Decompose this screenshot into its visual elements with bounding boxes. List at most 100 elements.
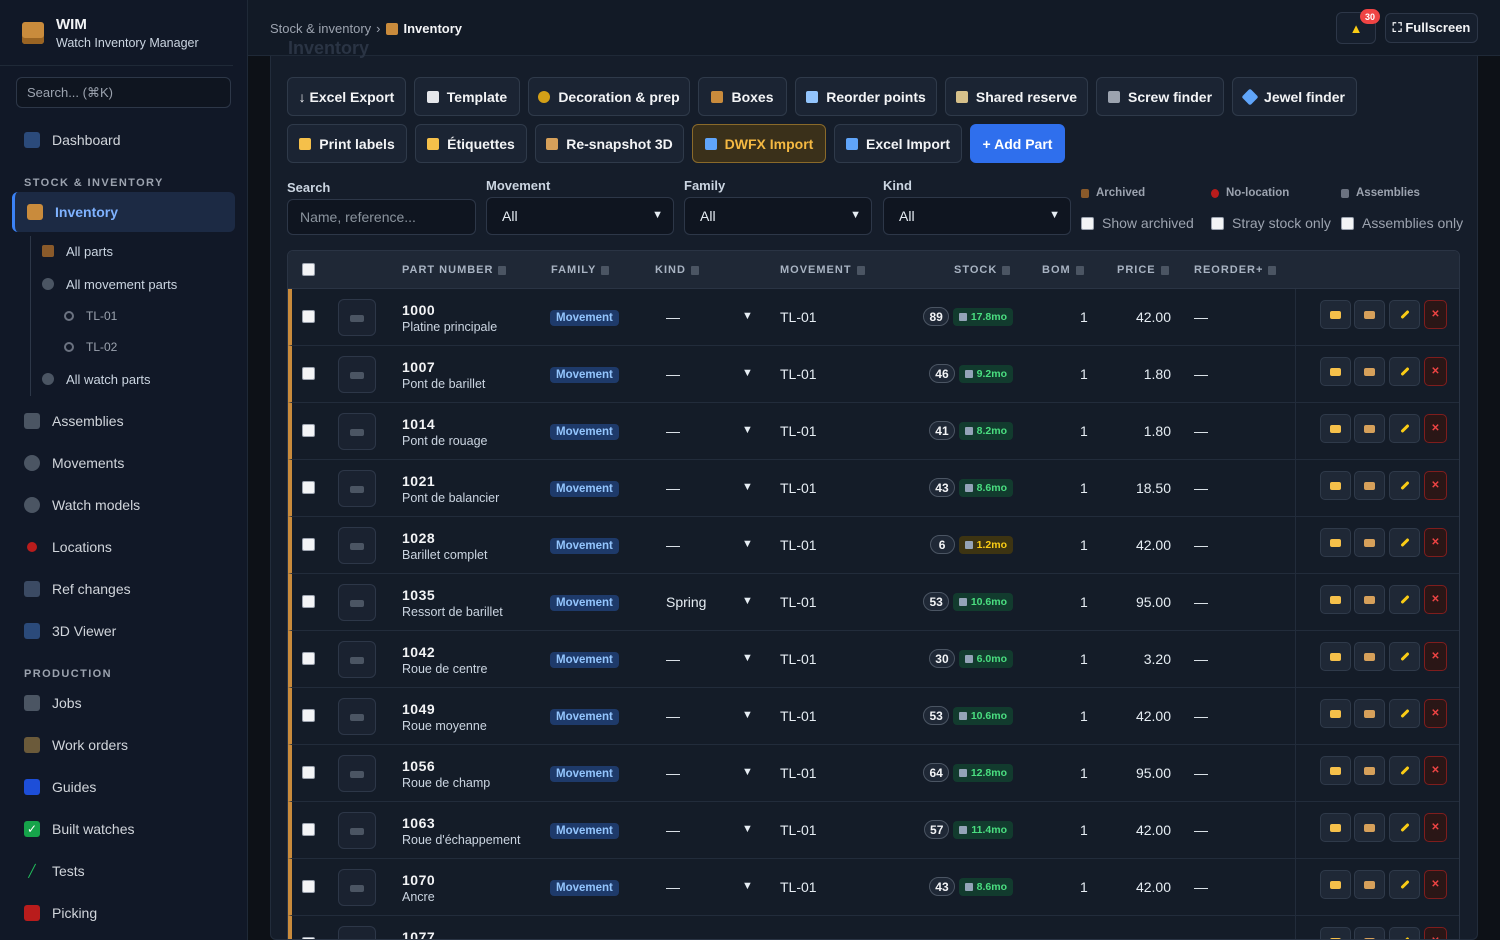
chevron-down-icon[interactable]: ▼ [742,595,753,607]
edit-button[interactable] [1389,300,1420,329]
breadcrumb-parent[interactable]: Stock & inventory [270,21,371,36]
template-button[interactable]: Template [414,77,520,116]
shared-reserve-button[interactable]: Shared reserve [945,77,1088,116]
column-header-family[interactable]: FAMILY [551,264,610,276]
part-number[interactable]: 1035 [402,587,435,603]
sidebar-item-all-parts[interactable]: All parts [42,236,113,266]
part-number[interactable]: 1049 [402,701,435,717]
print-label-button[interactable] [1320,870,1351,899]
column-header-stock[interactable]: STOCK [954,264,1011,276]
part-number[interactable]: 1028 [402,530,435,546]
part-thumbnail[interactable] [338,470,376,507]
print-label-button[interactable] [1320,357,1351,386]
sidebar-item-dashboard[interactable]: Dashboard [12,120,235,160]
kind-value[interactable]: — [666,480,680,496]
chevron-down-icon[interactable]: ▼ [742,424,753,436]
row-checkbox[interactable] [302,595,315,608]
table-row[interactable]: 1070 Ancre Movement — ▼ TL-01 43 8.6mo 1… [288,859,1459,916]
kind-value[interactable]: — [666,765,680,781]
sidebar-item-movements[interactable]: Movements [12,443,235,483]
delete-button[interactable]: ✕ [1424,528,1447,557]
move-stock-button[interactable] [1354,528,1385,557]
edit-button[interactable] [1389,756,1420,785]
row-checkbox[interactable] [302,310,315,323]
part-number[interactable]: 1014 [402,416,435,432]
part-thumbnail[interactable] [338,755,376,792]
reorder-points-button[interactable]: Reorder points [795,77,937,116]
screw-finder-button[interactable]: Screw finder [1096,77,1224,116]
delete-button[interactable]: ✕ [1424,300,1447,329]
sidebar-item-tests[interactable]: ╱ Tests [12,851,235,891]
move-stock-button[interactable] [1354,585,1385,614]
kind-value[interactable]: — [666,537,680,553]
kind-value[interactable]: — [666,822,680,838]
sidebar-item-tl02[interactable]: TL-02 [64,332,117,362]
kind-value[interactable]: — [666,423,680,439]
delete-button[interactable]: ✕ [1424,414,1447,443]
excel-export-button[interactable]: ↓ Excel Export [287,77,406,116]
print-label-button[interactable] [1320,585,1351,614]
row-checkbox[interactable] [302,766,315,779]
print-label-button[interactable] [1320,642,1351,671]
edit-button[interactable] [1389,471,1420,500]
column-header-kind[interactable]: KIND [655,264,699,276]
chevron-down-icon[interactable]: ▼ [742,823,753,835]
checkbox[interactable] [1081,216,1094,230]
move-stock-button[interactable] [1354,927,1385,939]
sidebar-item-assemblies[interactable]: Assemblies [12,401,235,441]
global-search-input[interactable]: Search... (⌘K) [16,77,231,108]
delete-button[interactable]: ✕ [1424,585,1447,614]
print-label-button[interactable] [1320,300,1351,329]
sidebar-item-built-watches[interactable]: ✓ Built watches [12,809,235,849]
part-thumbnail[interactable] [338,584,376,621]
move-stock-button[interactable] [1354,414,1385,443]
move-stock-button[interactable] [1354,699,1385,728]
add-part-button[interactable]: + Add Part [970,124,1065,163]
part-number[interactable]: 1077 [402,929,435,939]
part-thumbnail[interactable] [338,356,376,393]
row-checkbox[interactable] [302,709,315,722]
row-checkbox[interactable] [302,880,315,893]
decoration-prep-button[interactable]: Decoration & prep [528,77,690,116]
part-number[interactable]: 1021 [402,473,435,489]
delete-button[interactable]: ✕ [1424,756,1447,785]
print-label-button[interactable] [1320,927,1351,939]
delete-button[interactable]: ✕ [1424,699,1447,728]
kind-value[interactable]: — [666,879,680,895]
boxes-button[interactable]: Boxes [698,77,787,116]
sidebar-item-inventory[interactable]: Inventory [12,192,235,232]
print-label-button[interactable] [1320,528,1351,557]
part-number[interactable]: 1070 [402,872,435,888]
part-thumbnail[interactable] [338,698,376,735]
checkbox[interactable] [1211,216,1224,230]
select-all-checkbox[interactable] [302,263,315,276]
chevron-down-icon[interactable]: ▼ [742,538,753,550]
table-row[interactable]: 1007 Pont de barillet Movement — ▼ TL-01… [288,346,1459,403]
row-checkbox[interactable] [302,823,315,836]
sidebar-item-picking[interactable]: Picking [12,893,235,933]
move-stock-button[interactable] [1354,642,1385,671]
table-row[interactable]: 1000 Platine principale Movement — ▼ TL-… [288,289,1459,346]
row-checkbox[interactable] [302,424,315,437]
move-stock-button[interactable] [1354,813,1385,842]
sidebar-item-watch-models[interactable]: Watch models [12,485,235,525]
table-row[interactable]: 1042 Roue de centre Movement — ▼ TL-01 3… [288,631,1459,688]
table-row[interactable]: 1035 Ressort de barillet Movement Spring… [288,574,1459,631]
column-header-movement[interactable]: MOVEMENT [780,264,865,276]
table-row[interactable]: 1077 ▼ ✕ [288,916,1459,939]
chevron-down-icon[interactable]: ▼ [742,652,753,664]
sidebar-item-tl01[interactable]: TL-01 [64,301,117,331]
edit-button[interactable] [1389,813,1420,842]
delete-button[interactable]: ✕ [1424,642,1447,671]
kind-value[interactable]: — [666,309,680,325]
sidebar-item-3d-viewer[interactable]: 3D Viewer [12,611,235,651]
assemblies-only-checkbox[interactable]: Assemblies only [1341,215,1463,231]
jewel-finder-button[interactable]: Jewel finder [1232,77,1357,116]
fullscreen-button[interactable]: ⛶ Fullscreen [1385,13,1478,43]
edit-button[interactable] [1389,699,1420,728]
row-checkbox[interactable] [302,652,315,665]
delete-button[interactable]: ✕ [1424,813,1447,842]
edit-button[interactable] [1389,357,1420,386]
part-number[interactable]: 1056 [402,758,435,774]
move-stock-button[interactable] [1354,870,1385,899]
